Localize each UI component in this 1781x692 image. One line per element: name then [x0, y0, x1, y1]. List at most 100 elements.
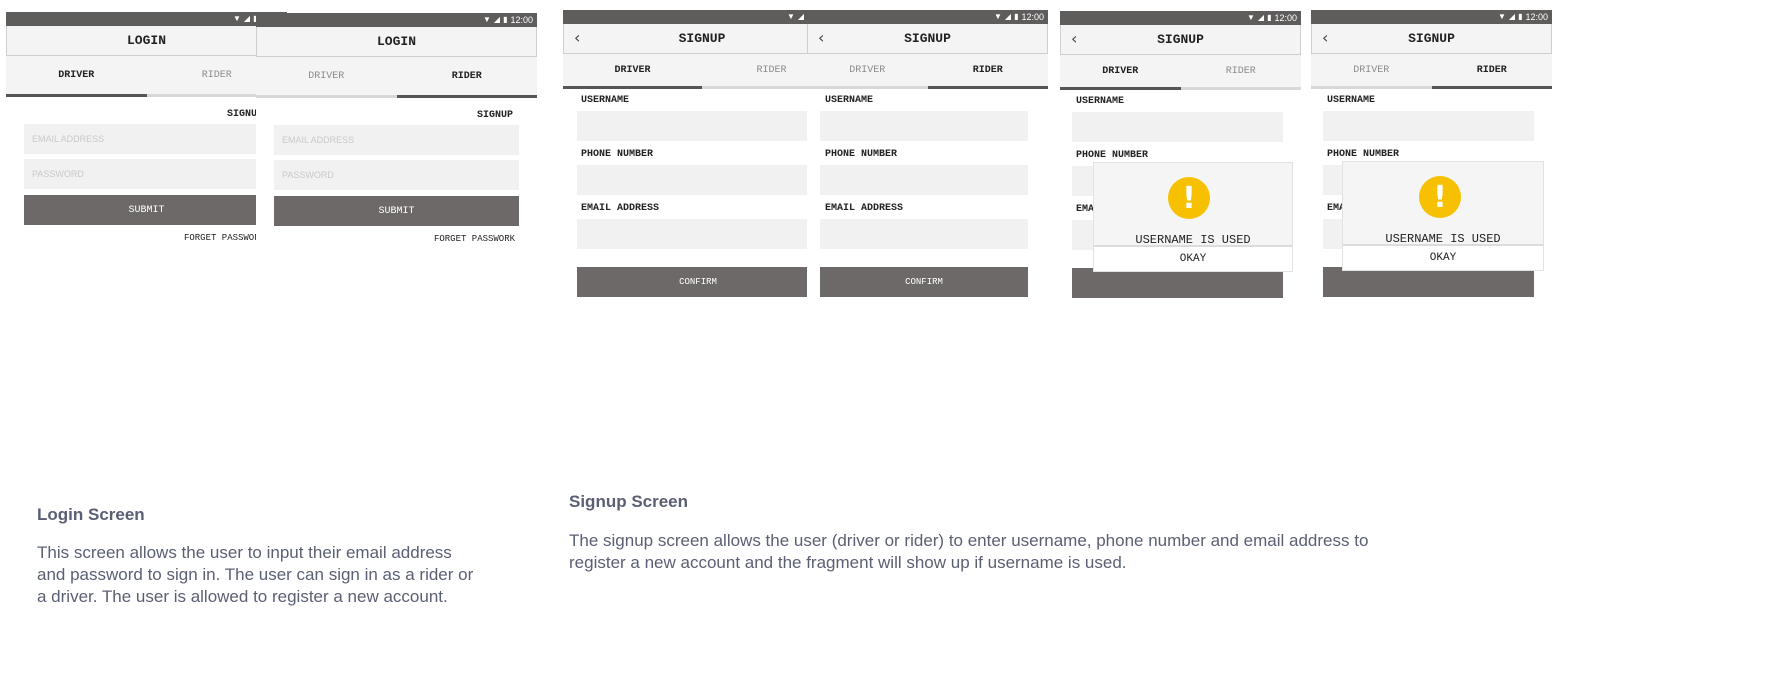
login-heading: Login Screen	[37, 505, 145, 524]
password-field[interactable]	[274, 160, 519, 190]
email-field[interactable]	[820, 219, 1032, 251]
username-input[interactable]	[1072, 112, 1287, 144]
tab-driver[interactable]: DRIVER	[563, 54, 702, 89]
status-bar: ▼ ◢ ▮ 12:00	[807, 10, 1048, 24]
tab-rider[interactable]: RIDER	[1181, 55, 1302, 87]
signup-description-line: register a new account and the fragment …	[569, 553, 1127, 572]
page-title-text: SIGNUP	[678, 31, 726, 46]
page-title: LOGIN	[256, 27, 537, 57]
role-tabs: DRIVER RIDER	[1060, 55, 1301, 90]
status-bar: ▼ ◢ ▮ 12:00	[563, 10, 841, 24]
page-title-text: SIGNUP	[1408, 31, 1455, 46]
tab-driver[interactable]: DRIVER	[256, 57, 397, 95]
page-title: LOGIN	[6, 26, 287, 56]
confirm-button[interactable]	[1323, 267, 1534, 297]
phone-label: PHONE NUMBER	[1327, 149, 1400, 160]
signup-heading: Signup Screen	[569, 492, 689, 511]
page-title-text: SIGNUP	[904, 31, 951, 46]
login-description-line: and password to sign in. The user can si…	[37, 565, 474, 584]
page-title: ‹ SIGNUP	[807, 24, 1048, 54]
email-input[interactable]	[577, 219, 823, 251]
tab-driver[interactable]: DRIVER	[1311, 54, 1432, 86]
phone-label: PHONE NUMBER	[825, 149, 898, 160]
email-field[interactable]	[274, 125, 519, 155]
login-description-line: This screen allows the user to input the…	[37, 543, 452, 562]
warning-icon: !	[1419, 176, 1461, 218]
password-input[interactable]	[30, 168, 269, 180]
back-arrow-icon[interactable]: ‹	[1071, 29, 1077, 48]
email-label: EMAIL ADDRESS	[825, 203, 904, 214]
username-input[interactable]	[820, 111, 1032, 143]
wifi-icon: ▼	[1246, 13, 1255, 22]
page-title-text: SIGNUP	[1157, 32, 1204, 47]
page-title: ‹ SIGNUP	[1311, 24, 1552, 54]
username-label: USERNAME	[581, 95, 630, 106]
username-field[interactable]	[820, 111, 1032, 143]
signup-screen-driver: ▼ ◢ ▮ 12:00 ‹ SIGNUP DRIVER RIDER USERNA…	[563, 10, 841, 310]
phone-field[interactable]	[577, 165, 823, 197]
battery-icon: ▮	[503, 15, 508, 24]
wifi-icon: ▼	[482, 15, 491, 24]
signal-icon: ◢	[797, 12, 805, 21]
login-description: This screen allows the user to input the…	[37, 542, 477, 608]
tab-driver[interactable]: DRIVER	[1060, 55, 1181, 90]
signal-icon: ◢	[1508, 12, 1516, 21]
signal-icon: ◢	[493, 15, 501, 24]
username-field[interactable]	[1072, 112, 1287, 144]
email-field[interactable]	[577, 219, 823, 251]
role-tabs: DRIVER RIDER	[807, 54, 1048, 89]
phone-label: PHONE NUMBER	[1076, 150, 1149, 161]
email-field[interactable]	[24, 124, 269, 154]
tab-driver[interactable]: DRIVER	[6, 56, 147, 97]
status-time: 12:00	[1525, 12, 1548, 22]
username-input[interactable]	[1323, 111, 1538, 143]
phone-label: PHONE NUMBER	[581, 149, 654, 160]
email-input[interactable]	[280, 134, 519, 146]
login-screen-driver: ▼ ◢ ▮ 12:00 LOGIN DRIVER RIDER SIGNUP SU…	[6, 12, 287, 312]
username-input[interactable]	[577, 111, 823, 143]
signup-description: The signup screen allows the user (drive…	[569, 530, 1489, 574]
okay-button[interactable]: OKAY	[1094, 245, 1292, 271]
back-arrow-icon[interactable]: ‹	[818, 28, 824, 47]
page-title: ‹ SIGNUP	[563, 24, 841, 54]
phone-input[interactable]	[577, 165, 823, 197]
phone-field[interactable]	[820, 165, 1032, 197]
status-time: 12:00	[1274, 13, 1297, 23]
back-arrow-icon[interactable]: ‹	[1322, 28, 1328, 47]
forget-password-link[interactable]: FORGET PASSWORK	[256, 234, 515, 244]
confirm-button[interactable]: CONFIRM	[820, 267, 1028, 297]
role-tabs: DRIVER RIDER	[563, 54, 841, 89]
phone-input[interactable]	[820, 165, 1032, 197]
status-time: 12:00	[510, 15, 533, 25]
email-input[interactable]	[30, 133, 269, 145]
okay-button[interactable]: OKAY	[1343, 244, 1543, 270]
role-tabs: DRIVER RIDER	[256, 57, 537, 98]
username-used-dialog: ! USERNAME IS USED OKAY	[1094, 163, 1292, 271]
confirm-button[interactable]	[1072, 268, 1283, 298]
signal-icon: ◢	[243, 14, 251, 23]
submit-button[interactable]: SUBMIT	[24, 195, 269, 225]
username-field[interactable]	[577, 111, 823, 143]
tab-rider[interactable]: RIDER	[927, 54, 1049, 89]
signup-screen-driver-error: ▼ ◢ ▮ 12:00 ‹ SIGNUP DRIVER RIDER USERNA…	[1060, 11, 1301, 311]
tab-rider[interactable]: RIDER	[396, 57, 538, 98]
signup-link[interactable]: SIGNUP	[256, 110, 513, 121]
battery-icon: ▮	[1014, 12, 1019, 21]
password-field[interactable]	[24, 159, 269, 189]
status-time: 12:00	[1021, 12, 1044, 22]
username-field[interactable]	[1323, 111, 1538, 143]
tab-rider[interactable]: RIDER	[1431, 54, 1553, 89]
wifi-icon: ▼	[786, 12, 795, 21]
email-input[interactable]	[820, 219, 1032, 251]
password-input[interactable]	[280, 169, 519, 181]
forget-password-link[interactable]: FORGET PASSWORK	[6, 233, 265, 243]
tab-driver[interactable]: DRIVER	[807, 54, 928, 86]
battery-icon: ▮	[1518, 12, 1523, 21]
username-label: USERNAME	[1076, 96, 1125, 107]
confirm-button[interactable]: CONFIRM	[577, 267, 819, 297]
submit-button[interactable]: SUBMIT	[274, 196, 519, 226]
back-arrow-icon[interactable]: ‹	[574, 28, 580, 47]
signal-icon: ◢	[1257, 13, 1265, 22]
username-used-dialog: ! USERNAME IS USED OKAY	[1343, 162, 1543, 270]
signup-link[interactable]: SIGNUP	[6, 109, 263, 120]
